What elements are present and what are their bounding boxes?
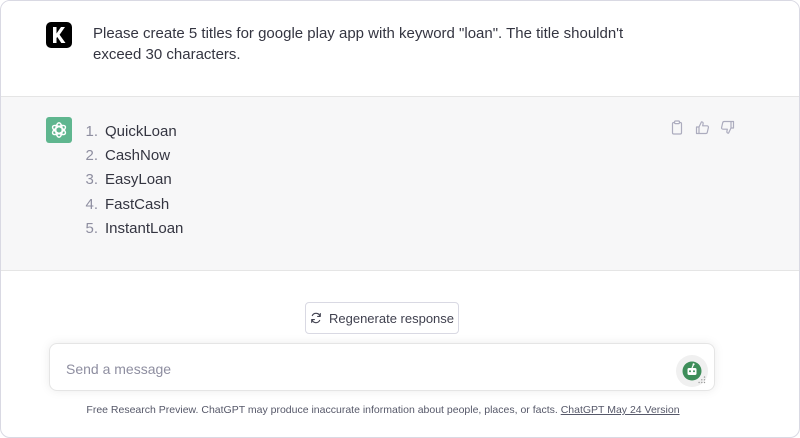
list-item: 4. FastCash [79, 192, 183, 216]
thumbs-up-icon [695, 120, 709, 134]
list-item-text: EasyLoan [105, 171, 172, 189]
user-avatar [46, 22, 72, 48]
openai-logo-icon [51, 122, 67, 138]
user-message-row: Please create 5 titles for google play a… [1, 1, 799, 97]
user-message-text: Please create 5 titles for google play a… [93, 25, 624, 63]
message-actions [669, 119, 735, 135]
refresh-icon [311, 312, 321, 324]
list-item-text: CashNow [105, 147, 171, 165]
thumbs-up-button[interactable] [694, 119, 710, 135]
list-item: 1. QuickLoan [79, 119, 183, 143]
chat-window: Please create 5 titles for google play a… [0, 0, 800, 438]
list-item-number: 3. [85, 171, 98, 189]
list-item-text: FastCash [105, 195, 170, 213]
list-item-text: InstantLoan [105, 220, 184, 238]
regenerate-label: Regenerate response [328, 310, 455, 326]
list-item-number: 1. [85, 122, 98, 140]
chatgpt-avatar [46, 117, 72, 143]
message-input[interactable] [64, 357, 668, 381]
list-item: 5. InstantLoan [79, 217, 183, 241]
composer [49, 343, 715, 391]
list-item: 3. EasyLoan [79, 168, 183, 192]
footer-disclaimer: Free Research Preview. ChatGPT may produ… [1, 404, 765, 416]
thumbs-down-icon [720, 120, 734, 134]
thumbs-down-button[interactable] [719, 119, 735, 135]
copy-icon [671, 119, 683, 135]
footer-text: Free Research Preview. ChatGPT may produ… [86, 404, 561, 416]
assistant-message-row: 1. QuickLoan 2. CashNow 3. EasyLoan 4. F… [1, 97, 799, 271]
list-item-text: QuickLoan [105, 122, 177, 140]
answer-list: 1. QuickLoan 2. CashNow 3. EasyLoan 4. F… [79, 119, 183, 241]
regenerate-response-button[interactable]: Regenerate response [305, 302, 459, 334]
version-link[interactable]: ChatGPT May 24 Version [561, 404, 680, 416]
list-item-number: 5. [85, 220, 98, 238]
user-logo-icon [53, 27, 66, 43]
list-item: 2. CashNow [79, 143, 183, 167]
plugin-robot-button[interactable] [676, 355, 708, 387]
copy-button[interactable] [669, 119, 685, 135]
resize-grip-icon [698, 376, 706, 384]
list-item-number: 2. [85, 147, 98, 165]
list-item-number: 4. [85, 195, 98, 213]
